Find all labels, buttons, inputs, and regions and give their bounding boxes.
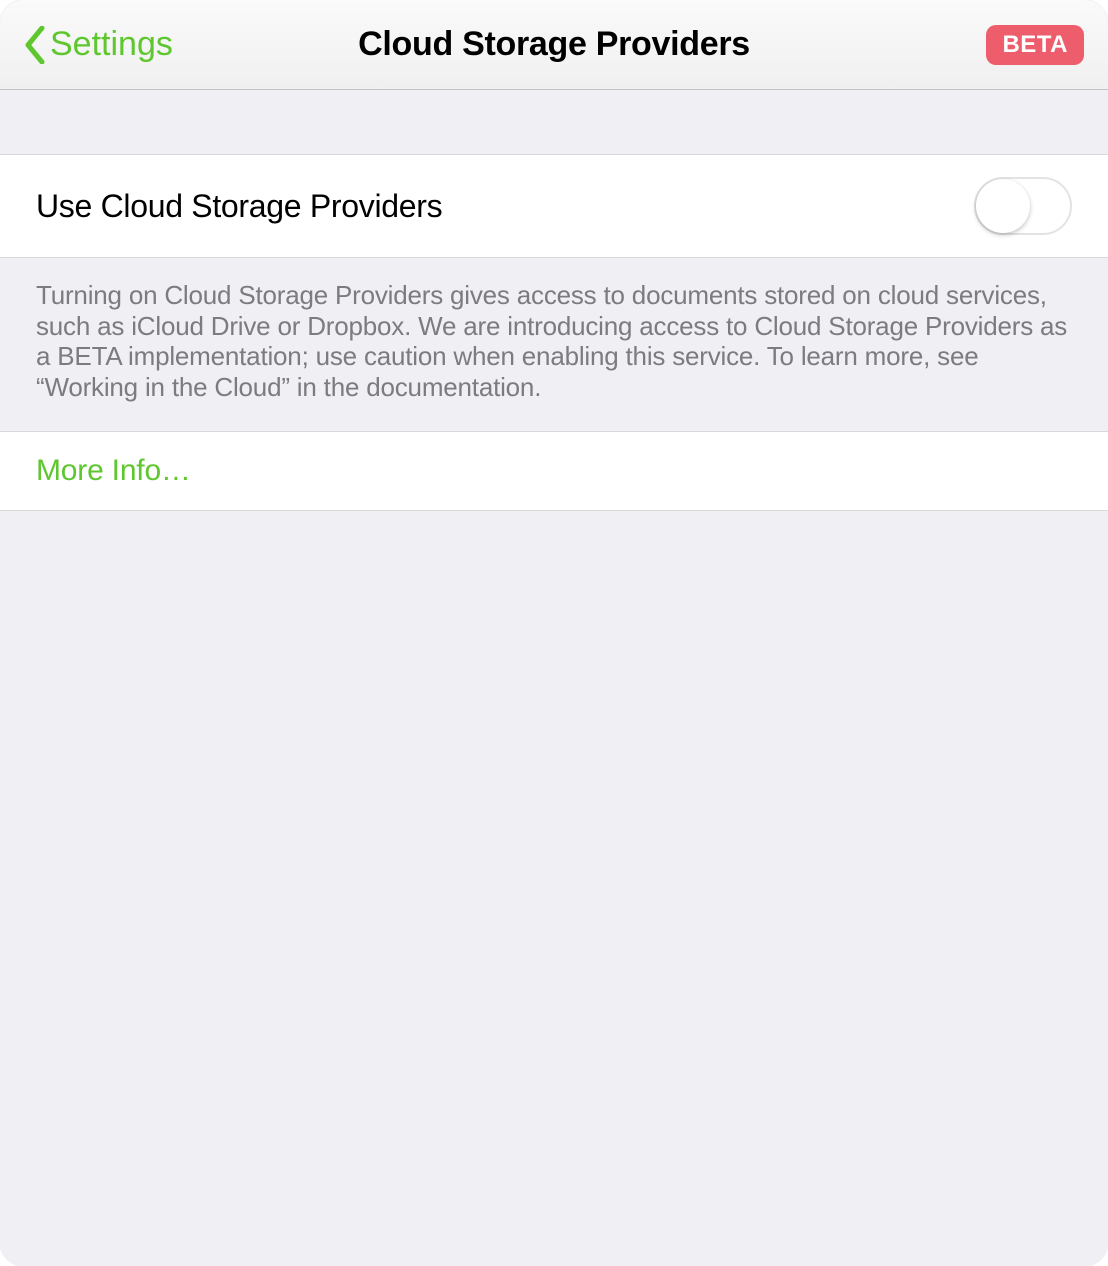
beta-badge: BETA bbox=[986, 25, 1084, 65]
back-button[interactable]: Settings bbox=[24, 25, 173, 64]
chevron-left-icon bbox=[24, 26, 46, 64]
header-bar: Settings Cloud Storage Providers BETA bbox=[0, 0, 1108, 90]
cloud-storage-toggle[interactable] bbox=[974, 177, 1072, 235]
toggle-knob bbox=[976, 179, 1030, 233]
toggle-row: Use Cloud Storage Providers bbox=[0, 154, 1108, 258]
back-label: Settings bbox=[50, 25, 173, 64]
toggle-label: Use Cloud Storage Providers bbox=[36, 188, 442, 225]
settings-panel: Settings Cloud Storage Providers BETA Us… bbox=[0, 0, 1108, 1266]
description-text: Turning on Cloud Storage Providers gives… bbox=[0, 258, 1108, 431]
page-title: Cloud Storage Providers bbox=[358, 25, 750, 64]
content-area: Use Cloud Storage Providers Turning on C… bbox=[0, 90, 1108, 1266]
more-info-row[interactable]: More Info… bbox=[0, 431, 1108, 511]
spacer bbox=[0, 90, 1108, 154]
more-info-label: More Info… bbox=[36, 454, 191, 487]
